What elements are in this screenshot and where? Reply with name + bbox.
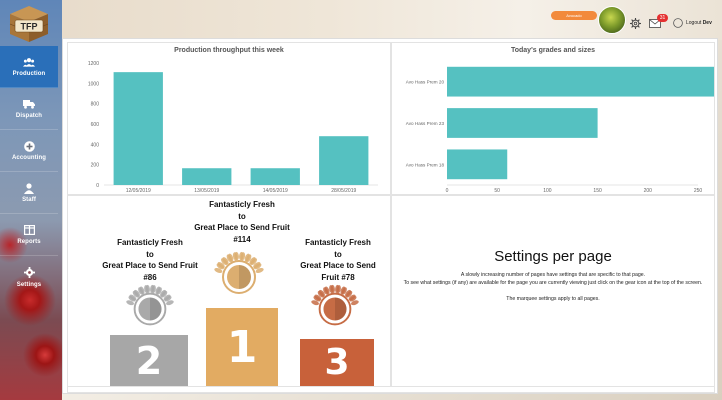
x-tick-label: 14/05/2019 <box>263 188 288 194</box>
y-tick-label: Avo Hass Prem 18 <box>406 162 445 167</box>
second-place-label: Fantasticly Fresh to Great Place to Send… <box>90 237 210 283</box>
y-tick-label: 200 <box>91 163 100 169</box>
sidebar-item-label: Settings <box>16 281 42 288</box>
account-selector-button[interactable]: Avocado <box>551 11 597 20</box>
bar[interactable] <box>319 136 369 185</box>
settings-description: A slowly increasing number of pages have… <box>398 271 708 303</box>
label-line: Great Place to Send Fruit <box>102 261 198 270</box>
logo-text: TFP <box>21 22 38 32</box>
sidebar: TFP Production Dispatch Accounting Staff… <box>0 0 58 400</box>
x-tick-label: 12/05/2019 <box>126 188 151 194</box>
label-line: #86 <box>143 272 157 282</box>
bar[interactable] <box>182 168 232 185</box>
user-name: Dev <box>702 20 712 26</box>
y-tick-label: 1200 <box>88 61 99 67</box>
label-line: Fruit #78 <box>321 272 355 282</box>
user-icon <box>23 182 35 194</box>
y-tick-label: Avo Hass Prem 20 <box>406 80 445 85</box>
x-tick-label: 150 <box>593 188 602 194</box>
label-line: Fantasticly Fresh <box>117 238 183 247</box>
top-header: Avocado 31 Logout Dev <box>62 0 722 40</box>
label-line: Fantasticly Fresh <box>209 200 275 209</box>
silver-medal-icon <box>126 284 174 326</box>
y-tick-label: 600 <box>91 122 100 128</box>
dashboard-main: Production throughput this week 0 200 400 6… <box>62 38 718 394</box>
label-line: to <box>238 211 246 221</box>
sidebar-item-label: Staff <box>22 197 36 203</box>
bar[interactable] <box>250 168 300 185</box>
x-tick-label: 250 <box>694 188 703 194</box>
first-place-block: 1 <box>206 308 278 386</box>
second-place-block: 2 <box>110 335 188 386</box>
label-line: to <box>334 249 342 259</box>
third-place-label: Fantasticly Fresh to Great Place to Send… <box>278 237 398 283</box>
sidebar-item-label: Reports <box>17 239 41 245</box>
gear-icon <box>23 267 35 279</box>
bar[interactable] <box>113 72 163 185</box>
x-tick-label: 0 <box>446 188 449 194</box>
sidebar-item-label: Accounting <box>12 155 46 161</box>
sidebar-item-production[interactable]: Production <box>0 46 58 88</box>
truck-icon <box>23 98 35 110</box>
plus-circle-icon <box>23 140 35 152</box>
settings-paragraph: To see what settings (if any) are availa… <box>403 280 703 286</box>
label-line: to <box>146 249 154 259</box>
power-icon[interactable] <box>673 18 683 28</box>
y-tick-label: 400 <box>91 142 100 148</box>
y-tick-label: 800 <box>91 102 100 108</box>
x-tick-label: 100 <box>543 188 552 194</box>
settings-info-panel: Settings per page A slowly increasing nu… <box>391 195 715 387</box>
gear-icon[interactable] <box>630 18 641 29</box>
settings-title: Settings per page <box>494 248 612 265</box>
logo-crate-icon[interactable]: TFP <box>6 2 52 44</box>
sidebar-item-label: Dispatch <box>15 113 43 119</box>
grades-chart: 0 50 100 150 200 250 Avo Hass Prem 20 Avo Hass … <box>406 66 714 194</box>
label-line: Great Place to Send Fruit <box>194 223 290 232</box>
throughput-chart: 0 200 400 600 800 1000 1200 12/05/2019 13/05/201… <box>88 61 378 194</box>
panel-footer <box>67 387 715 393</box>
logout-link[interactable]: Logout Dev <box>686 20 712 26</box>
sidebar-item-settings[interactable]: Settings <box>0 256 58 298</box>
columns-icon <box>23 224 35 236</box>
bronze-medal-icon <box>311 284 359 326</box>
third-place-block: 3 <box>300 339 374 386</box>
bar[interactable] <box>447 66 714 97</box>
avatar[interactable] <box>598 6 626 34</box>
users-icon <box>23 56 35 68</box>
sidebar-item-reports[interactable]: Reports <box>0 214 58 256</box>
logout-label: Logout <box>686 20 702 26</box>
x-tick-label: 28/05/2019 <box>331 188 356 194</box>
x-tick-label: 200 <box>644 188 653 194</box>
throughput-chart-panel: Production throughput this week 0 200 400 6… <box>67 42 391 195</box>
sidebar-item-staff[interactable]: Staff <box>0 172 58 214</box>
x-tick-label: 50 <box>494 188 500 194</box>
settings-paragraph: A slowly increasing number of pages have… <box>460 272 646 278</box>
sidebar-item-label: Production <box>12 71 46 77</box>
x-tick-label: 13/05/2019 <box>194 188 219 194</box>
label-line: Great Place to Send <box>300 261 376 270</box>
label-line: Fantasticly Fresh <box>305 238 371 247</box>
gold-medal-icon <box>214 251 264 294</box>
podium-panel: Fantasticly Fresh to Great Place to Send… <box>67 195 391 387</box>
y-tick-label: Avo Hass Prem 23 <box>406 121 445 126</box>
bar[interactable] <box>447 108 598 138</box>
mail-count-badge: 31 <box>657 14 668 22</box>
bar[interactable] <box>447 149 508 180</box>
settings-paragraph: The marquee settings apply to all pages. <box>506 296 600 302</box>
grades-chart-panel: Today's grades and sizes 0 50 100 150 200 250… <box>391 42 715 195</box>
sidebar-item-accounting[interactable]: Accounting <box>0 130 58 172</box>
y-tick-label: 1000 <box>88 81 99 87</box>
y-tick-label: 0 <box>96 183 99 189</box>
sidebar-item-dispatch[interactable]: Dispatch <box>0 88 58 130</box>
